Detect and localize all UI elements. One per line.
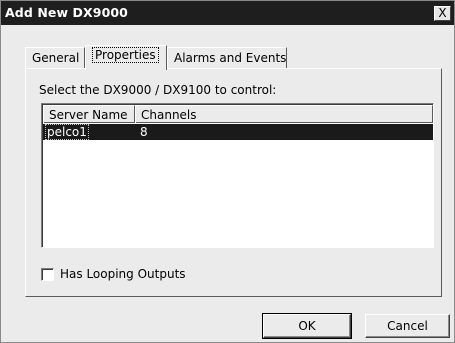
table-row[interactable]: pelco1 8: [43, 124, 433, 140]
close-button[interactable]: X: [434, 6, 451, 21]
tab-general-label: General: [32, 51, 80, 65]
has-looping-outputs-checkbox[interactable]: [41, 268, 54, 281]
server-list-header: Server Name Channels: [43, 105, 433, 123]
tab-alarms-and-events[interactable]: Alarms and Events: [167, 47, 287, 69]
tab-alarms-and-events-label: Alarms and Events: [174, 51, 287, 65]
add-new-dx9000-dialog: Add New DX9000 X General Properties Alar…: [0, 0, 455, 343]
tab-properties-label: Properties: [92, 47, 159, 63]
server-list[interactable]: Server Name Channels pelco1 8: [41, 103, 434, 248]
cancel-button-label: Cancel: [387, 319, 428, 333]
column-header-server-name[interactable]: Server Name: [43, 105, 135, 123]
server-name-cell: pelco1: [45, 124, 89, 140]
instruction-label: Select the DX9000 / DX9100 to control:: [39, 83, 277, 97]
ok-button[interactable]: OK: [262, 313, 352, 339]
title-bar[interactable]: Add New DX9000 X: [1, 1, 454, 25]
close-icon: X: [438, 6, 447, 20]
properties-panel: Select the DX9000 / DX9100 to control: S…: [25, 68, 442, 297]
has-looping-outputs-label: Has Looping Outputs: [60, 267, 186, 281]
cancel-button[interactable]: Cancel: [365, 314, 450, 338]
column-header-channels[interactable]: Channels: [135, 105, 433, 123]
channels-cell: 8: [140, 125, 148, 139]
dialog-title: Add New DX9000: [5, 5, 128, 20]
tab-properties[interactable]: Properties: [85, 45, 167, 70]
tab-general[interactable]: General: [25, 47, 85, 69]
ok-button-label: OK: [298, 319, 316, 333]
